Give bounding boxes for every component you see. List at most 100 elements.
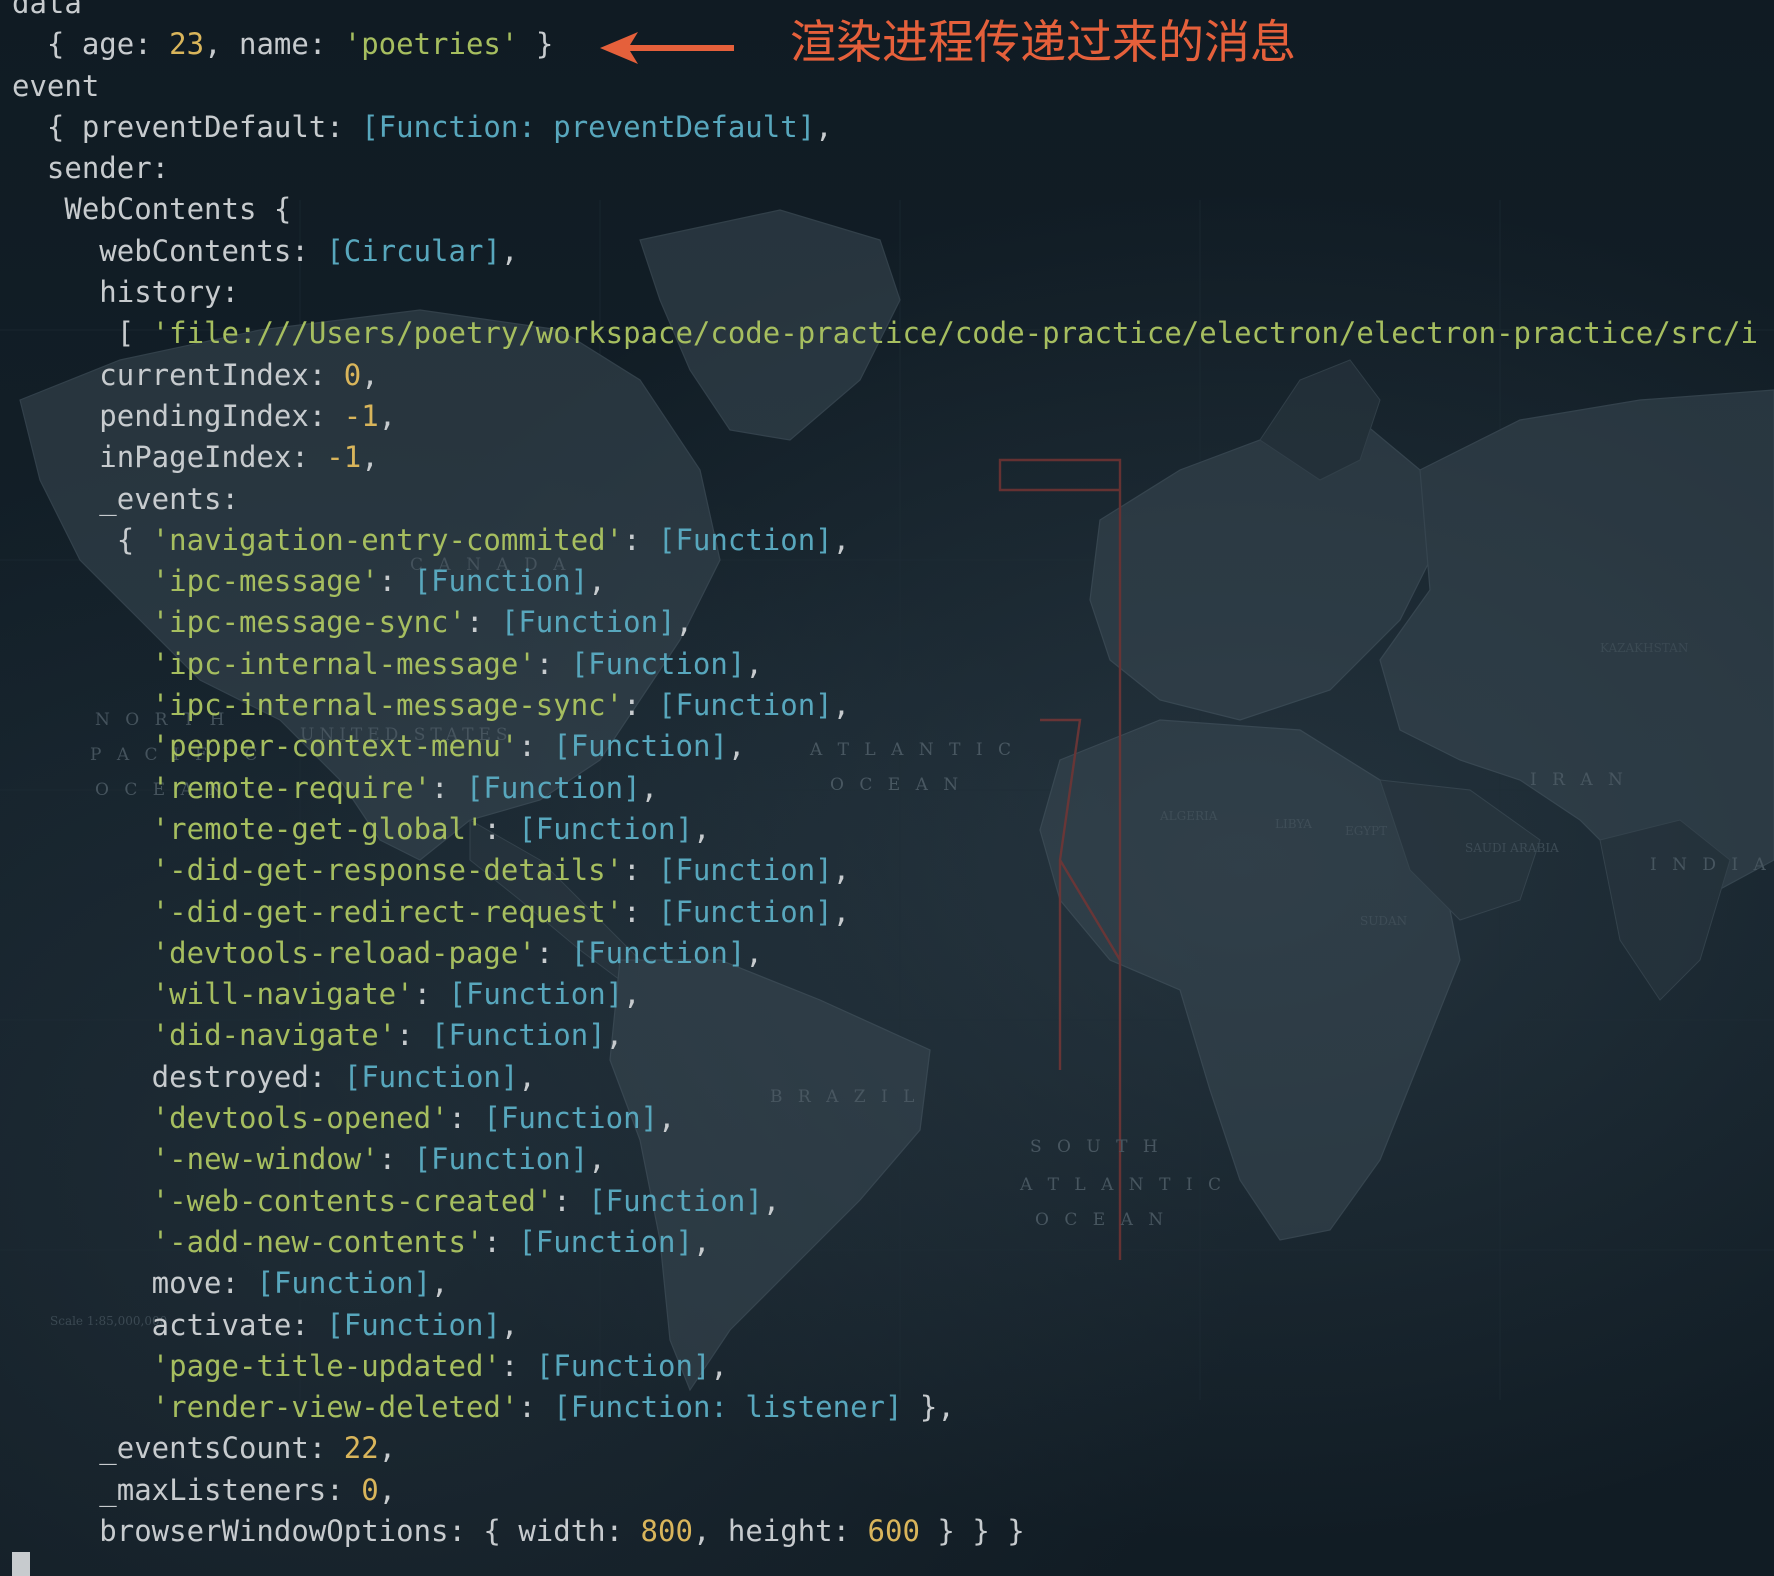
console-token-func: [Function]	[326, 1307, 501, 1342]
console-token-punc	[12, 729, 152, 763]
console-line: activate: [Function],	[12, 1305, 1758, 1346]
console-token-str: '-did-get-response-details'	[151, 853, 624, 888]
console-token-func: [Function: preventDefault]	[361, 109, 816, 144]
console-line: { preventDefault: [Function: preventDefa…	[12, 107, 1758, 148]
console-line: 'render-view-deleted': [Function: listen…	[12, 1387, 1758, 1428]
console-token-str: '-new-window'	[151, 1142, 379, 1177]
console-token-func: [Function]	[256, 1266, 432, 1301]
console-token-punc: ,	[588, 564, 606, 599]
console-token-punc: ,	[832, 894, 851, 929]
console-token-str: 'file:///Users/poetry/workspace/code-pra…	[151, 316, 1758, 351]
console-token-punc: ,	[623, 977, 641, 1012]
console-token-punc	[12, 1142, 152, 1176]
console-token-punc	[12, 605, 152, 639]
console-line: pendingIndex: -1,	[12, 396, 1758, 437]
console-token-func: [Function]	[570, 646, 746, 681]
console-token-key: pendingIndex:	[12, 398, 344, 433]
console-token-punc	[12, 853, 152, 887]
console-token-punc: ,	[692, 1224, 711, 1259]
console-line: 'devtools-opened': [Function],	[12, 1098, 1758, 1139]
console-line: { 'navigation-entry-commited': [Function…	[12, 520, 1758, 561]
console-token-str: 'devtools-opened'	[151, 1101, 449, 1136]
console-token-punc	[12, 688, 152, 722]
console-line: browserWindowOptions: { width: 800, heig…	[12, 1511, 1758, 1552]
console-token-punc	[12, 1225, 152, 1259]
console-token-circ: [Circular]	[326, 233, 501, 268]
console-token-func: [Function]	[500, 605, 676, 640]
console-token-punc: [	[12, 316, 152, 351]
console-token-key: webContents:	[12, 233, 327, 268]
console-token-str: 'did-navigate'	[151, 1018, 397, 1053]
console-token-punc	[12, 564, 152, 598]
console-token-func: [Function]	[658, 894, 833, 929]
console-token-str: 'ipc-internal-message-sync'	[151, 688, 624, 723]
console-token-key: WebContents {	[12, 192, 292, 227]
console-line: currentIndex: 0,	[12, 355, 1758, 396]
console-token-str: 'navigation-entry-commited'	[151, 522, 624, 557]
console-token-str: 'pepper-context-menu'	[151, 729, 519, 764]
console-token-punc	[12, 1101, 152, 1135]
console-token-punc	[12, 977, 152, 1011]
console-token-punc: :	[378, 1142, 414, 1177]
console-line: '-add-new-contents': [Function],	[12, 1222, 1758, 1263]
console-token-punc: :	[413, 977, 449, 1012]
console-line: 'remote-get-global': [Function],	[12, 809, 1758, 850]
console-token-punc: ,	[361, 357, 379, 392]
console-token-func: [Function]	[658, 522, 833, 557]
console-token-func: [Function]	[465, 770, 641, 805]
console-token-str: 'ipc-message-sync'	[151, 605, 466, 640]
console-token-key: browserWindowOptions: { width:	[12, 1513, 641, 1548]
console-line: history:	[12, 272, 1758, 313]
console-token-func: [Function]	[448, 977, 624, 1012]
console-token-func: [Function]	[413, 1142, 589, 1177]
console-token-key: move:	[12, 1266, 257, 1301]
console-token-punc: ,	[762, 1183, 781, 1218]
console-token-str: 'ipc-internal-message'	[151, 646, 536, 681]
console-token-str: '-did-get-redirect-request'	[151, 894, 624, 929]
console-token-num: 600	[867, 1513, 920, 1548]
console-line: 'did-navigate': [Function],	[12, 1015, 1758, 1056]
console-token-func: [Function]	[483, 1101, 659, 1136]
console-line: _maxListeners: 0,	[12, 1470, 1758, 1511]
console-token-punc: :	[535, 646, 571, 681]
console-token-func: [Function]	[570, 935, 746, 970]
console-line: _events:	[12, 479, 1758, 520]
console-token-key: _eventsCount:	[12, 1431, 344, 1466]
console-token-punc: :	[535, 935, 571, 970]
console-token-punc: :	[518, 729, 554, 764]
console-line: 'will-navigate': [Function],	[12, 974, 1758, 1015]
console-token-func: [Function]	[553, 729, 728, 764]
console-token-punc: ,	[832, 522, 851, 557]
console-token-punc: :	[518, 1390, 554, 1425]
console-token-str: 'will-navigate'	[151, 977, 414, 1012]
console-token-key: _events:	[12, 481, 239, 516]
terminal-window[interactable]: C A N A D A UNITED STATES B R A Z I L I …	[0, 0, 1774, 1576]
console-token-num: 800	[640, 1513, 693, 1548]
console-token-punc: ,	[518, 1059, 536, 1094]
console-token-punc: ,	[710, 1348, 728, 1383]
console-token-key: destroyed:	[12, 1059, 344, 1094]
console-line: 'remote-require': [Function],	[12, 768, 1758, 809]
console-token-key: history:	[12, 275, 239, 310]
console-output[interactable]: data { age: 23, name: 'poetries' } event …	[12, 0, 1758, 1552]
console-line: WebContents {	[12, 189, 1758, 230]
console-token-punc: ,	[500, 233, 519, 268]
console-token-str: '-web-contents-created'	[151, 1183, 554, 1218]
console-token-key: { age:	[12, 27, 170, 62]
console-token-punc: :	[623, 522, 659, 557]
console-line: '-web-contents-created': [Function],	[12, 1181, 1758, 1222]
console-line: webContents: [Circular],	[12, 231, 1758, 272]
console-token-punc: ,	[431, 1266, 449, 1301]
console-line: sender:	[12, 148, 1758, 189]
console-token-key: inPageIndex:	[12, 440, 327, 475]
annotation-label: 渲染进程传递过来的消息	[790, 15, 1296, 69]
console-token-punc	[12, 771, 152, 805]
console-token-punc: :	[623, 894, 659, 929]
console-token-punc: ,	[500, 1307, 519, 1342]
console-token-punc	[12, 1390, 152, 1424]
console-line: [ 'file:///Users/poetry/workspace/code-p…	[12, 313, 1758, 354]
console-token-punc: ,	[727, 729, 746, 764]
console-token-punc: :	[378, 564, 414, 599]
console-token-func: [Function: listener]	[553, 1390, 903, 1425]
console-line: '-did-get-response-details': [Function],	[12, 850, 1758, 891]
